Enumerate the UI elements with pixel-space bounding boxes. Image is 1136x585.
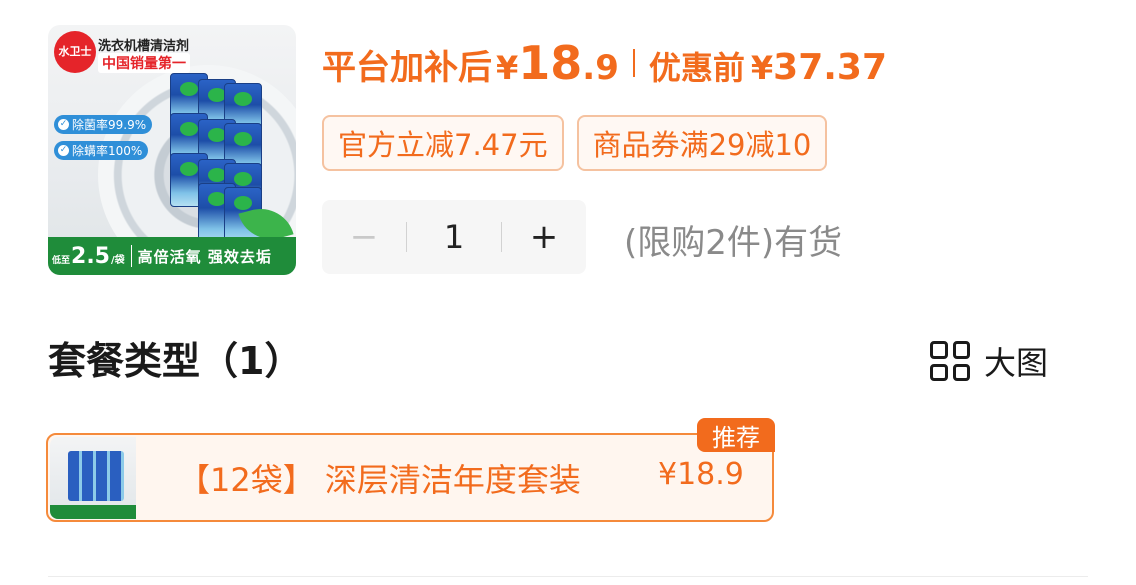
section-divider <box>48 576 1088 577</box>
package-option[interactable]: 【12袋】 深层清洁年度套装 ¥18.9 <box>46 433 774 522</box>
product-packs-graphic <box>128 73 262 248</box>
quantity-value[interactable]: 1 <box>407 218 501 256</box>
package-option-label: 【12袋】 深层清洁年度套装 <box>178 461 581 499</box>
coupon-product-voucher[interactable]: 商品券满29减10 <box>576 115 828 171</box>
decrease-quantity-button[interactable]: − <box>322 217 406 257</box>
thumbnail-sales-claim: 中国销量第一 <box>98 53 190 73</box>
thumbnail-unit-price: 低至 2.5 /袋 <box>52 243 125 269</box>
feature-badge-mite: ✓ 除螨率100% <box>54 141 149 160</box>
thumbnail-slogan: 高倍活氧 强效去垢 <box>137 247 272 266</box>
package-type-title: 套餐类型（1） <box>48 339 303 383</box>
grid-icon <box>930 341 970 381</box>
original-price-label: 优惠前 <box>648 49 745 87</box>
feature-badge-sterilize: ✓ 除菌率99.9% <box>54 115 153 134</box>
product-thumbnail[interactable]: 水卫士 洗衣机槽清洁剂 中国销量第一 ✓ 除菌率99.9% ✓ 除螨率100% … <box>48 25 296 275</box>
recommended-badge: 推荐 <box>697 418 775 452</box>
thumbnail-promo-band: 低至 2.5 /袋 高倍活氧 强效去垢 <box>48 237 296 275</box>
band-divider <box>130 245 132 267</box>
big-view-label: 大图 <box>984 344 1049 382</box>
currency-symbol: ¥ <box>496 49 519 87</box>
price-divider <box>632 49 635 77</box>
subsidy-price-integer: 18 <box>518 36 583 90</box>
original-currency-symbol: ¥ <box>750 49 774 87</box>
coupon-official-discount[interactable]: 官方立减7.47元 <box>322 115 564 171</box>
price-line: 平台加补后 ¥ 18 .9 优惠前 ¥ 37.37 <box>322 36 887 90</box>
brand-logo: 水卫士 <box>54 31 96 73</box>
stock-status: (限购2件)有货 <box>624 223 843 263</box>
coupon-list: 官方立减7.47元 商品券满29减10 <box>322 115 828 171</box>
increase-quantity-button[interactable]: + <box>502 217 586 257</box>
original-price: 37.37 <box>773 47 888 88</box>
quantity-stepper: − 1 + <box>322 200 586 274</box>
thumbnail-title: 洗衣机槽清洁剂 <box>98 39 190 54</box>
package-option-thumbnail <box>50 437 136 519</box>
subsidy-price-decimal: .9 <box>582 48 619 88</box>
subsidy-price-label: 平台加补后 <box>322 48 492 88</box>
check-icon: ✓ <box>58 119 69 130</box>
big-view-toggle[interactable]: 大图 <box>930 338 1048 384</box>
check-icon: ✓ <box>58 145 69 156</box>
package-option-price: ¥18.9 <box>658 457 744 492</box>
